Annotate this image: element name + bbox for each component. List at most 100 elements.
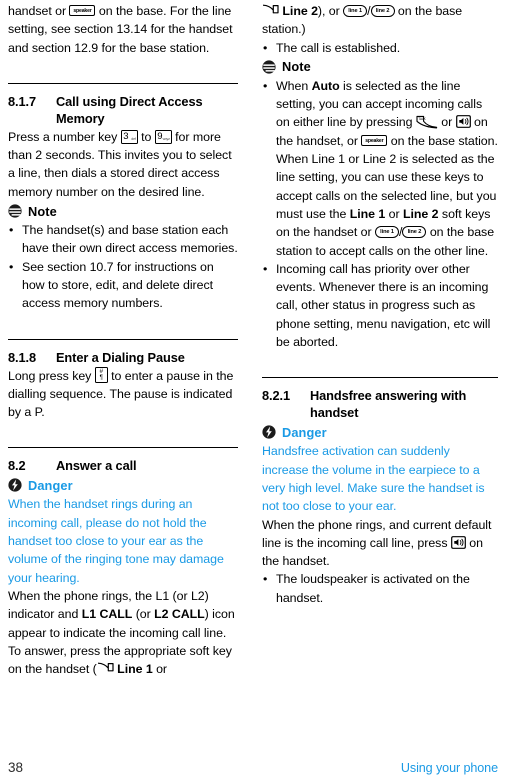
list-item: • The loudspeaker is activated on the han… (262, 570, 498, 607)
key-9-icon: 9 wxyz (154, 129, 172, 144)
danger-label-right: Danger (282, 424, 327, 440)
bullet-marker: • (263, 261, 268, 276)
danger-icon (262, 425, 276, 439)
line-2-bold-right: Line 2 (403, 206, 439, 221)
l2-call-bold: L2 CALL (154, 607, 205, 622)
heading-8-2-1: 8.2.1 Handsfree answering with handset (262, 387, 498, 421)
continued-paragraph: handset or speaker on the base. For the … (8, 2, 238, 57)
danger-admonition-left: Danger (8, 475, 238, 495)
continued-text-part-1: handset or (8, 4, 67, 18)
note-icon (8, 204, 22, 218)
note-bullet-2-text: See section 10.7 for instructions on how… (22, 259, 214, 311)
answer-text-part-4: or (152, 662, 167, 677)
note-bullet-list-left: • The handset(s) and base station each ha… (8, 221, 238, 312)
section-divider-4 (262, 377, 498, 379)
call-established-text: The call is established. (276, 40, 401, 55)
danger-admonition-right: Danger (262, 422, 498, 442)
section-8-1-7-body: Press a number key 3 def to 9 wxyz for mor… (8, 128, 238, 201)
note-admonition-left: Note (8, 201, 238, 221)
page-footer: 38 Using your phone (0, 740, 508, 779)
left-column: handset or speaker on the base. For the … (0, 0, 254, 740)
key-3-sublabel: def (131, 137, 136, 142)
bullet-marker: • (9, 259, 14, 274)
note-admonition-right: Note (262, 57, 498, 77)
heading-8-1-7-title-line1: Call using Direct Access (56, 93, 203, 109)
list-item: • Incoming call has priority over other e… (262, 260, 498, 351)
note-label-left: Note (28, 203, 57, 219)
note-icon (262, 60, 276, 74)
danger-text-right: Handsfree activation can suddenly increa… (262, 444, 485, 514)
note-label-right: Note (282, 59, 311, 75)
list-item: • See section 10.7 for instructions on ho… (8, 258, 238, 313)
page-number: 38 (8, 760, 24, 775)
danger-text-left: When the handset rings during an incomin… (8, 497, 224, 585)
heading-8-1-7-title-line2: Memory (56, 110, 105, 126)
list-item: • The handset(s) and base station each ha… (8, 221, 238, 258)
section-divider-2 (8, 338, 238, 340)
heading-8-1-8: 8.1.8 Enter a Dialing Pause (8, 349, 238, 366)
two-column-body: handset or speaker on the base. For the … (0, 0, 508, 740)
speaker-key-icon: speaker (361, 134, 388, 146)
handsfree-bullet-list: • The loudspeaker is activated on the han… (262, 570, 498, 607)
bullet-marker: • (263, 78, 268, 93)
heading-8-2-title: Answer a call (56, 458, 137, 474)
heading-8-2-number: 8.2 (8, 458, 26, 474)
soft-key-icon (262, 4, 279, 17)
danger-label-left: Danger (28, 477, 73, 493)
auto-note-or-1: or (441, 115, 453, 130)
heading-8-2-1-title-line1: Handsfree answering with (310, 388, 467, 404)
line-1-bold: Line 1 (117, 662, 153, 677)
key-hash-icon: # ¶ (94, 366, 108, 383)
right-continued-part-1: ), or (317, 4, 340, 18)
svg-text:TALK: TALK (418, 118, 426, 122)
footer-chapter-title: Using your phone (400, 761, 498, 775)
soft-key-icon (97, 662, 114, 675)
heading-8-2: 8.2 Answer a call (8, 457, 238, 474)
danger-icon (8, 478, 22, 493)
key-hash-bottom-glyph: ¶ (99, 374, 103, 381)
manual-page: handset or speaker on the base. For the … (0, 0, 508, 779)
right-continued-paragraph: Line 2), or line 1/line 2 on the base st… (262, 2, 498, 39)
section-divider-3 (8, 447, 238, 449)
bullet-marker: • (9, 223, 14, 238)
priority-note-text: Incoming call has priority over other ev… (276, 261, 491, 350)
heading-8-2-1-number: 8.2.1 (262, 388, 290, 404)
loudspeaker-activated-text: The loudspeaker is activated on the hand… (276, 572, 470, 605)
auto-bold: Auto (311, 78, 340, 93)
heading-8-1-8-title: Enter a Dialing Pause (56, 349, 185, 365)
bullet-marker: • (263, 40, 268, 55)
call-established-list: • The call is established. (262, 39, 498, 57)
body-text-part-1: Press a number key (8, 129, 118, 144)
pause-text-part-1: Long press key (8, 368, 92, 383)
handsfree-body: When the phone rings, and current defaul… (262, 516, 498, 571)
key-9-sublabel: wxyz (162, 137, 170, 142)
note-bullet-1-text: The handset(s) and base station each hav… (22, 223, 238, 256)
base-line-2-key-icon: line 2 (370, 5, 395, 17)
base-line-1-key-icon: line 1 (343, 5, 368, 17)
right-column: Line 2), or line 1/line 2 on the base st… (254, 0, 508, 740)
l1-call-bold: L1 CALL (81, 607, 133, 622)
speaker-key-icon: speaker (69, 5, 96, 16)
auto-note-or-2: or (388, 206, 400, 221)
section-divider-1 (8, 82, 238, 84)
base-line-2-key-icon: line 2 (402, 226, 427, 239)
section-8-1-8-body: Long press key # ¶ to enter a pause in th… (8, 366, 238, 422)
note-bullet-list-right: • When Auto is selected as the line setti… (262, 77, 498, 351)
heading-8-1-7: 8.1.7 Call using Direct Access Memory (8, 93, 238, 127)
loudspeaker-key-icon (450, 535, 466, 549)
list-item: • When Auto is selected as the line setti… (263, 78, 498, 258)
heading-8-1-7-number: 8.1.7 (8, 93, 36, 109)
bullet-marker: • (263, 572, 268, 587)
talk-key-icon: TALK (416, 115, 438, 129)
heading-8-1-8-number: 8.1.8 (8, 349, 36, 365)
loudspeaker-key-icon (455, 115, 471, 129)
key-3-icon: 3 def (120, 129, 138, 144)
list-item: • The call is established. (262, 39, 498, 57)
answer-call-body: When the phone rings, the L1 (or L2) ind… (8, 587, 238, 678)
key-3-digit: 3 (123, 130, 129, 142)
heading-8-2-1-title-line2: handset (310, 405, 359, 421)
body-text-part-2: to (141, 129, 152, 144)
base-line-1-key-icon: line 1 (375, 226, 400, 239)
line-1-bold-right: Line 1 (349, 206, 386, 221)
auto-note-part-1: When (276, 78, 309, 93)
